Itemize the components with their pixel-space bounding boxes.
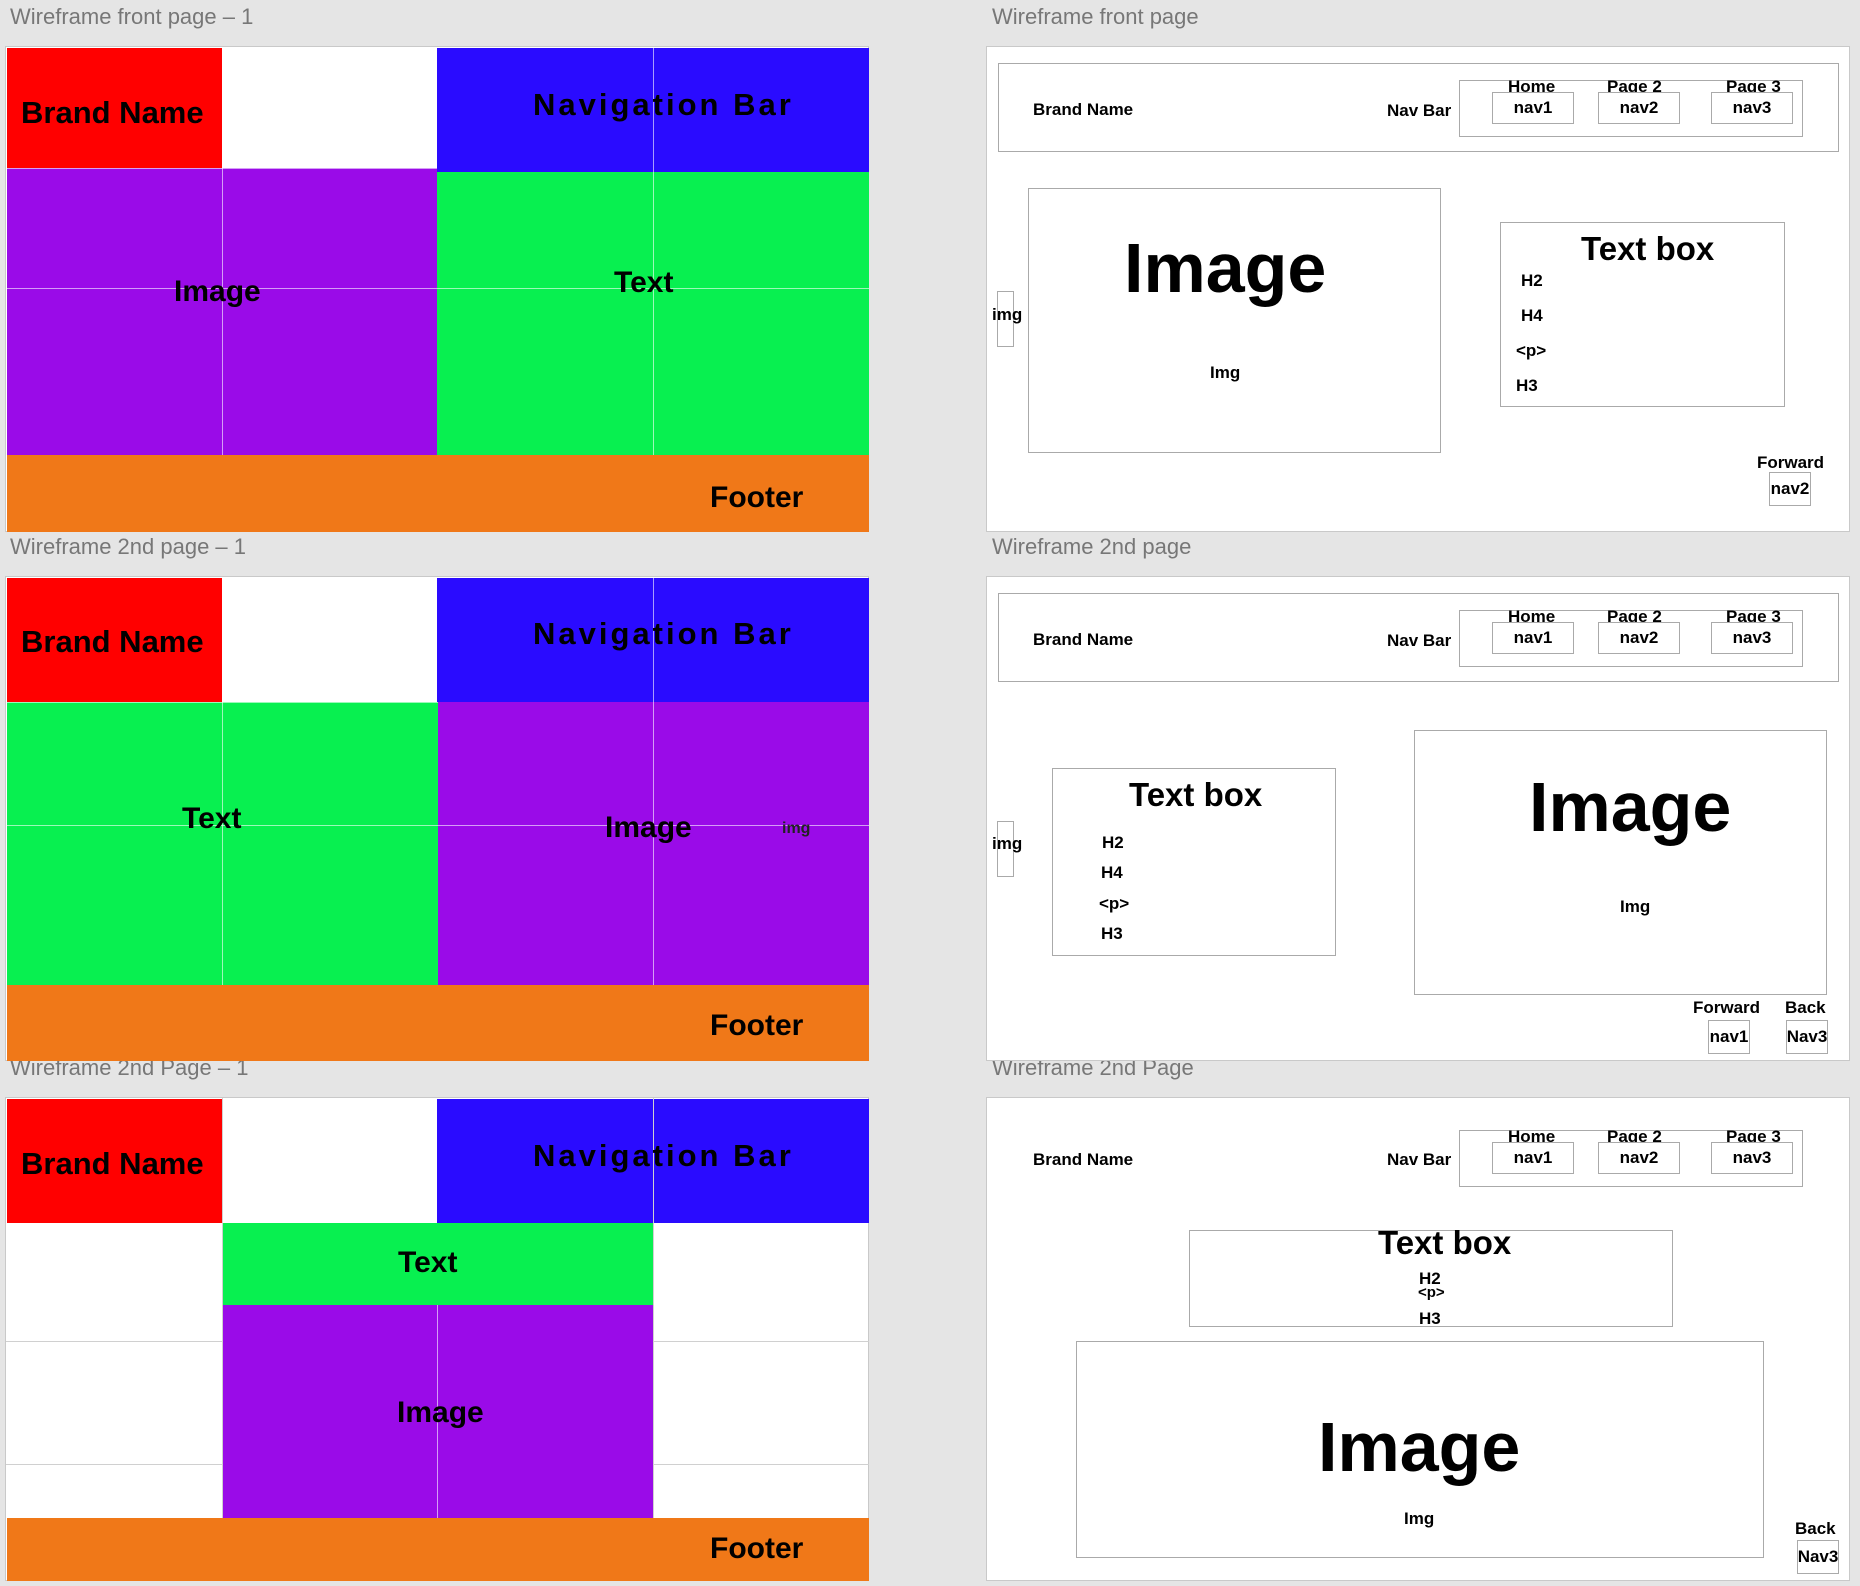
p-label: <p> xyxy=(1418,1284,1445,1301)
img-caption: Img xyxy=(1404,1509,1435,1528)
nav-bar-label: Nav Bar xyxy=(1387,631,1452,650)
footer-label: Footer xyxy=(710,481,804,514)
nav2-button[interactable]: nav2 xyxy=(1598,622,1680,654)
nav3-button[interactable]: nav3 xyxy=(1711,92,1793,124)
brand-name: Brand Name xyxy=(1033,1150,1134,1169)
text-label: Text xyxy=(614,266,674,299)
wire-artboard-2nd[interactable]: Brand Name Nav Bar Home Page 2 Page 3 na… xyxy=(986,576,1850,1061)
image-heading: Image xyxy=(1529,768,1732,846)
artboard-label-wire-front[interactable]: Wireframe front page xyxy=(992,4,1199,30)
brand-label: Brand Name xyxy=(21,95,204,130)
text-label: Text xyxy=(398,1246,458,1279)
grid-line xyxy=(222,577,223,985)
img-caption: Img xyxy=(1620,897,1651,916)
grid-line xyxy=(653,1464,869,1465)
nav1-button[interactable]: nav1 xyxy=(1492,1142,1574,1174)
grid-line xyxy=(222,1098,223,1518)
back-label: Back xyxy=(1795,1519,1836,1538)
p-label: <p> xyxy=(1516,341,1547,360)
nav-label: Navigation Bar xyxy=(533,616,794,651)
brand-name: Brand Name xyxy=(1033,630,1134,649)
nav3-button[interactable]: nav3 xyxy=(1711,1142,1793,1174)
grid-line xyxy=(6,825,869,826)
textbox-title: Text box xyxy=(1129,776,1263,813)
h3-label: H3 xyxy=(1516,376,1538,395)
artboard-label-wire-2nd[interactable]: Wireframe 2nd page xyxy=(992,534,1191,560)
wire-artboard-front[interactable]: Brand Name Nav Bar Home Page 2 Page 3 na… xyxy=(986,46,1850,532)
nav1-button[interactable]: nav1 xyxy=(1492,92,1574,124)
image-label: Image xyxy=(174,275,261,308)
wire-artboard-2nd-b[interactable]: Brand Name Nav Bar Home Page 2 Page 3 na… xyxy=(986,1097,1850,1581)
color-artboard-2nd-b[interactable]: Brand Name Navigation Bar Text Image Foo… xyxy=(5,1097,869,1581)
image-label: Image xyxy=(397,1396,484,1429)
nav3-button[interactable]: nav3 xyxy=(1711,622,1793,654)
nav-bar-label: Nav Bar xyxy=(1387,1150,1452,1169)
grid-line xyxy=(6,702,438,703)
p-label: <p> xyxy=(1099,894,1130,913)
footer-label: Footer xyxy=(710,1532,804,1565)
color-artboard-2nd[interactable]: Brand Name Navigation Bar Text Image img… xyxy=(5,576,869,1061)
grid-line xyxy=(6,168,437,169)
brand-label: Brand Name xyxy=(21,624,204,659)
forward-nav2-button[interactable]: nav2 xyxy=(1769,472,1811,506)
h2-label: H2 xyxy=(1102,833,1124,852)
nav-label: Navigation Bar xyxy=(533,1138,794,1173)
h3-label: H3 xyxy=(1419,1309,1441,1328)
grid-line xyxy=(222,47,223,455)
image-heading: Image xyxy=(1318,1408,1521,1486)
color-artboard-front[interactable]: Brand Name Navigation Bar Image Text Foo… xyxy=(5,46,869,532)
h2-label: H2 xyxy=(1521,271,1543,290)
grid-line xyxy=(653,1341,869,1342)
footer-label: Footer xyxy=(710,1009,804,1042)
back-label: Back xyxy=(1785,998,1826,1017)
img-side-label: img xyxy=(992,305,1023,324)
back-nav3-button[interactable]: Nav3 xyxy=(1797,1540,1839,1574)
grid-line xyxy=(6,1464,222,1465)
h3-label: H3 xyxy=(1101,924,1123,943)
image-heading: Image xyxy=(1124,229,1327,307)
artboard-label-color-2nd[interactable]: Wireframe 2nd page – 1 xyxy=(10,534,246,560)
back-nav3-button[interactable]: Nav3 xyxy=(1786,1020,1828,1054)
forward-label: Forward xyxy=(1757,453,1825,472)
forward-label: Forward xyxy=(1693,998,1761,1017)
nav1-button[interactable]: nav1 xyxy=(1492,622,1574,654)
nav2-button[interactable]: nav2 xyxy=(1598,1142,1680,1174)
img-small-label: img xyxy=(782,820,811,837)
h4-label: H4 xyxy=(1521,306,1543,325)
forward-nav1-button[interactable]: nav1 xyxy=(1708,1020,1750,1054)
img-side-label: img xyxy=(992,834,1023,853)
nav-bar-label: Nav Bar xyxy=(1387,101,1452,120)
textbox-title: Text box xyxy=(1378,1224,1512,1261)
artboard-label-color-front[interactable]: Wireframe front page – 1 xyxy=(10,4,253,30)
image-box[interactable] xyxy=(1028,188,1441,453)
nav2-button[interactable]: nav2 xyxy=(1598,92,1680,124)
grid-line xyxy=(6,1341,222,1342)
brand-label: Brand Name xyxy=(21,1146,204,1181)
brand-name: Brand Name xyxy=(1033,100,1134,119)
grid-line xyxy=(6,288,869,289)
h4-label: H4 xyxy=(1101,863,1123,882)
image-label: Image xyxy=(605,811,692,844)
text-label: Text xyxy=(182,802,242,835)
textbox-title: Text box xyxy=(1581,230,1715,267)
nav-label: Navigation Bar xyxy=(533,87,794,122)
img-caption: Img xyxy=(1210,363,1241,382)
